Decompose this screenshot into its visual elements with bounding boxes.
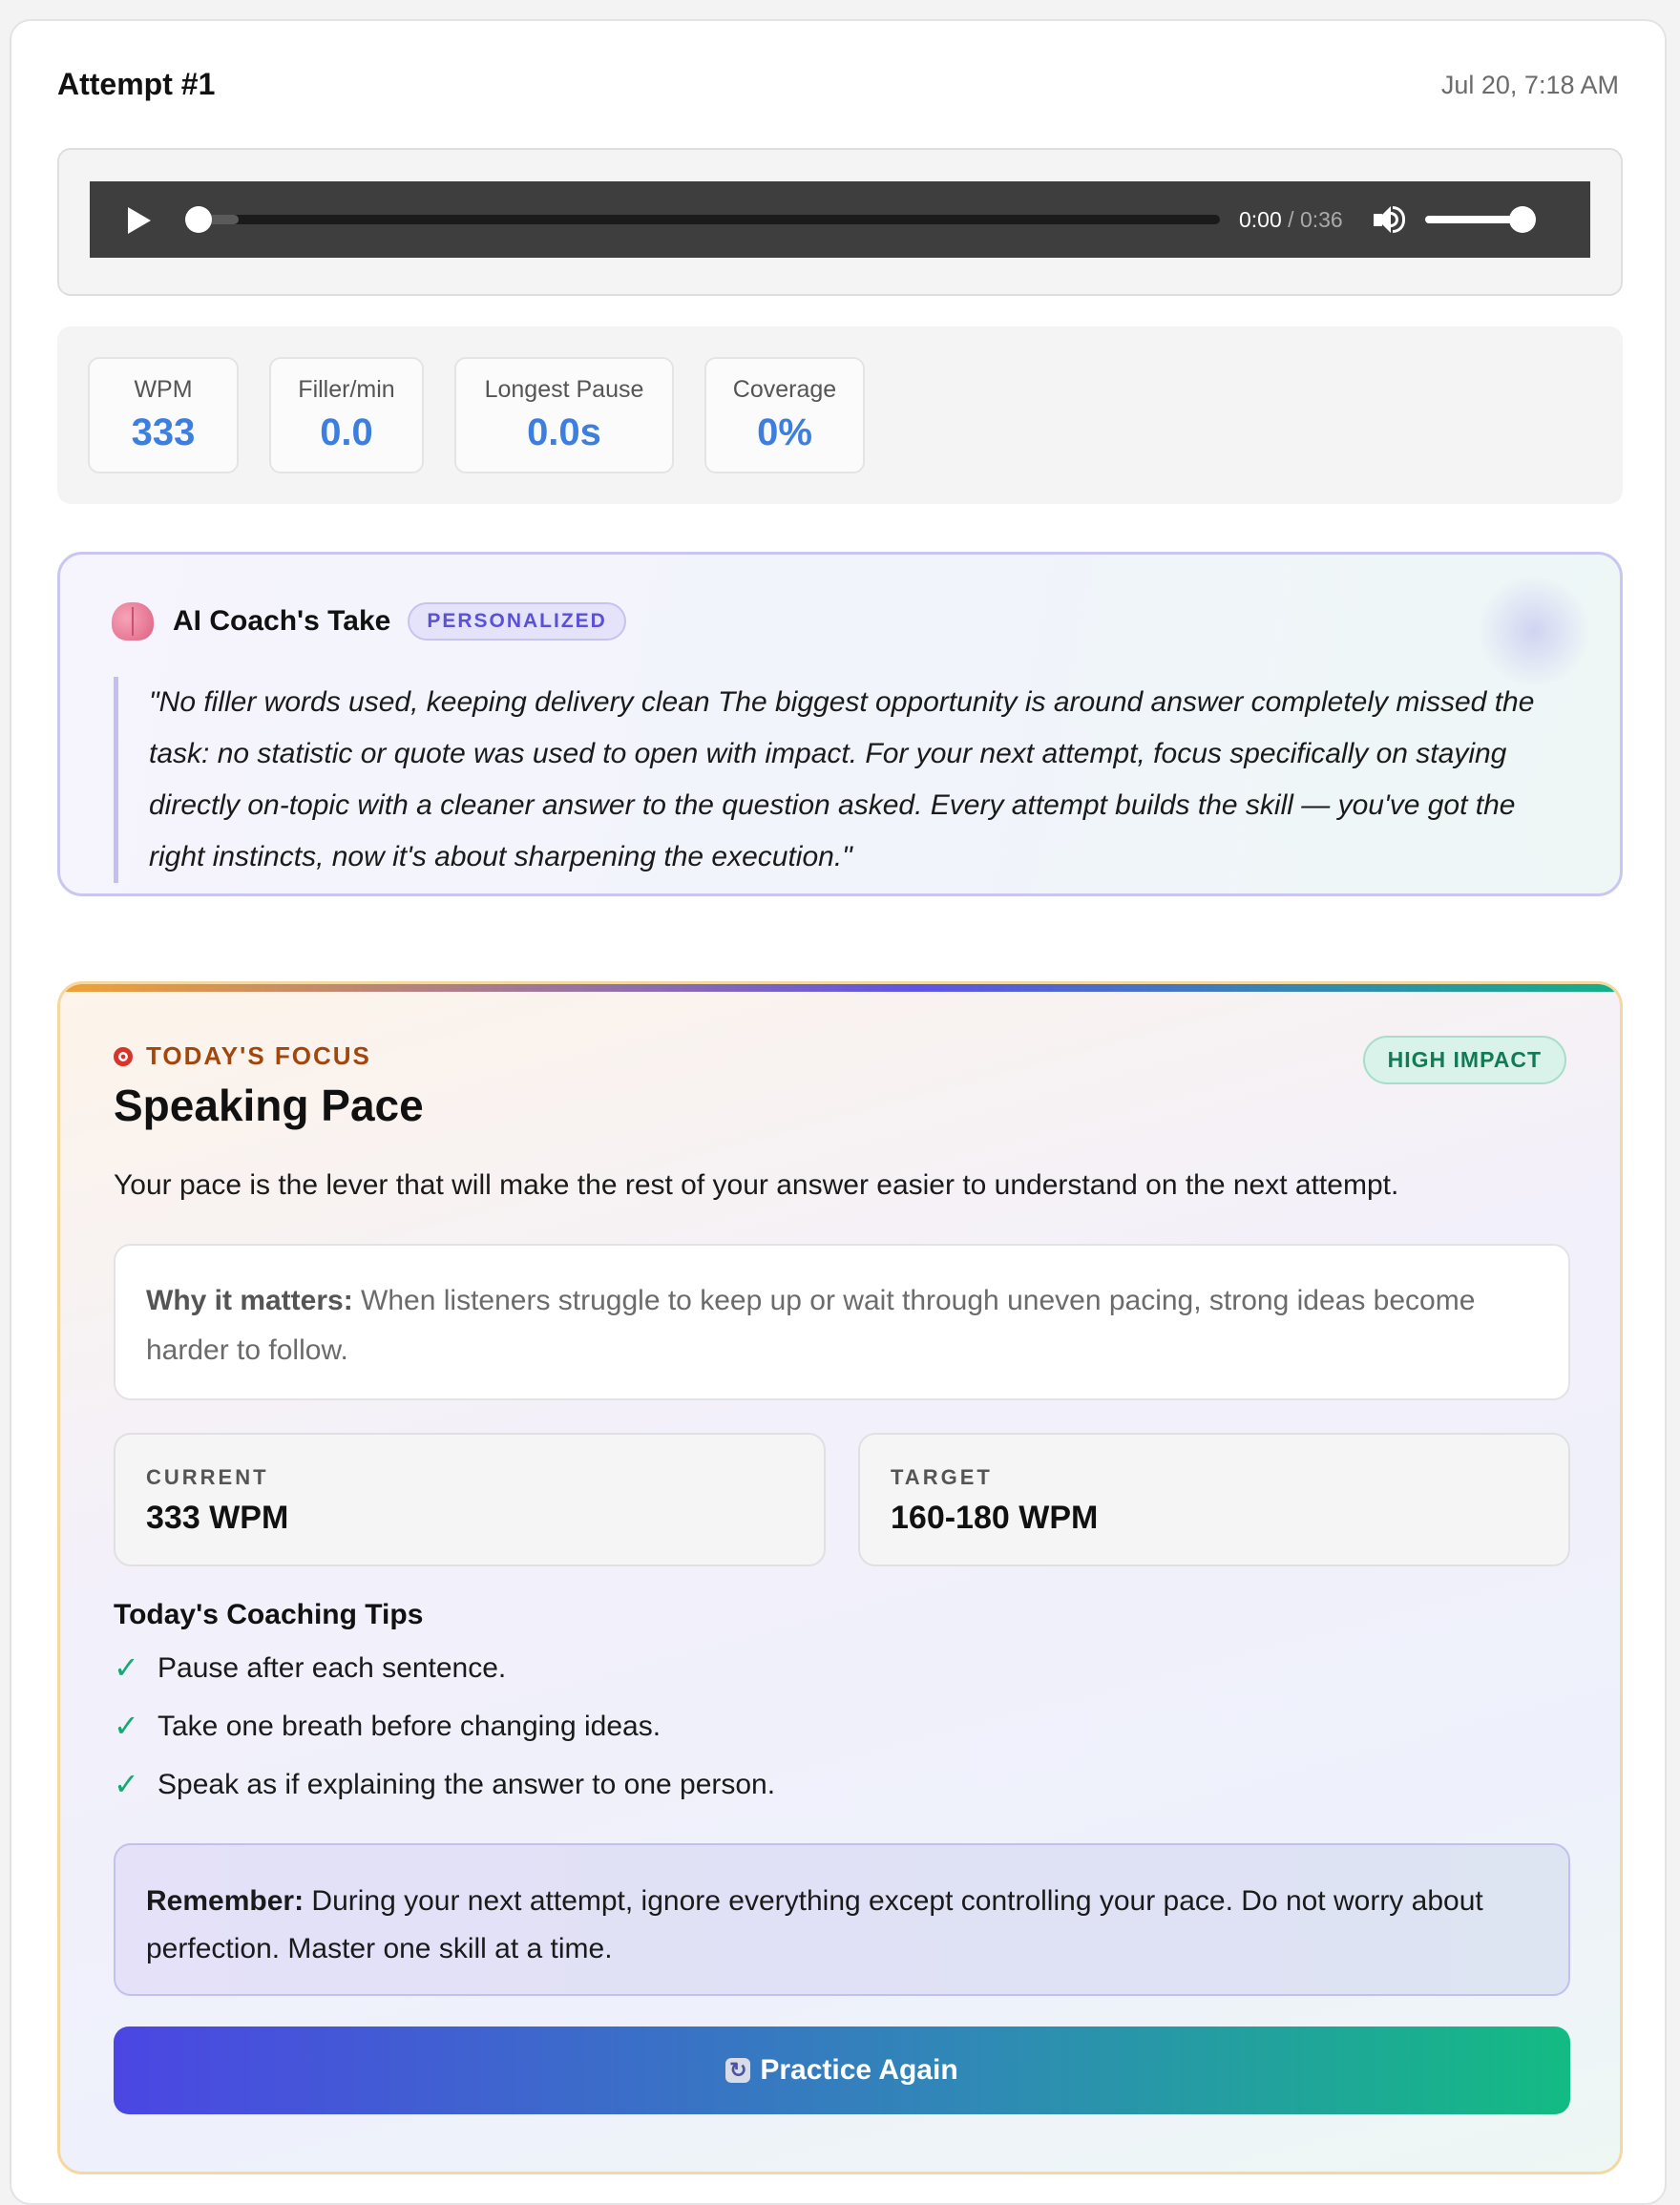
metric-label: Longest Pause (484, 376, 644, 403)
focus-description: Your pace is the lever that will make th… (114, 1169, 1399, 1201)
remember-label: Remember: (146, 1885, 304, 1917)
decorative-glow (1477, 574, 1591, 688)
target-icon (114, 1046, 133, 1066)
audio-player-container: 0:00 / 0:36 (57, 148, 1623, 296)
coach-title: AI Coach's Take (173, 605, 391, 637)
time-separator: / (1281, 206, 1300, 232)
volume-slider[interactable] (1424, 206, 1536, 233)
time-display: 0:00 / 0:36 (1239, 207, 1343, 233)
check-icon: ✓ (114, 1767, 139, 1801)
volume-icon[interactable] (1372, 204, 1406, 235)
check-icon: ✓ (114, 1650, 139, 1685)
tips-list: ✓ Pause after each sentence. ✓ Take one br… (114, 1652, 775, 1827)
attempt-card: Attempt #1 Jul 20, 7:18 AM 0:00 / 0:36 W… (10, 19, 1667, 2205)
focus-title: Speaking Pace (114, 1081, 424, 1130)
tip-text: Take one breath before changing ideas. (158, 1711, 662, 1742)
attempt-title: Attempt #1 (57, 67, 216, 101)
ai-coach-card: AI Coach's Take PERSONALIZED "No filler … (57, 552, 1623, 896)
metric-value: 0% (757, 411, 812, 453)
brain-icon (112, 602, 154, 640)
metric-value: 0.0s (527, 411, 601, 453)
coach-header: AI Coach's Take PERSONALIZED (112, 602, 626, 640)
audio-player: 0:00 / 0:36 (90, 181, 1590, 258)
metric-label: Coverage (732, 376, 837, 403)
current-stat: CURRENT 333 WPM (114, 1433, 826, 1566)
practice-again-label: Practice Again (760, 2054, 958, 2086)
seek-handle[interactable] (185, 206, 212, 233)
practice-again-button[interactable]: ↻ Practice Again (114, 2026, 1570, 2114)
focus-kicker-text: TODAY'S FOCUS (146, 1041, 371, 1070)
metric-value: 333 (131, 411, 196, 453)
focus-kicker: TODAY'S FOCUS (114, 1041, 371, 1071)
remember-text: During your next attempt, ignore everyth… (146, 1885, 1483, 1964)
target-value: 160-180 WPM (891, 1500, 1099, 1536)
todays-focus-card: TODAY'S FOCUS HIGH IMPACT Speaking Pace … (57, 981, 1623, 2174)
target-label: TARGET (891, 1465, 993, 1489)
metric-filler: Filler/min 0.0 (269, 357, 424, 473)
refresh-icon: ↻ (725, 2058, 751, 2083)
remember-box: Remember: During your next attempt, igno… (114, 1843, 1570, 1996)
current-label: CURRENT (146, 1465, 269, 1489)
metrics-panel: WPM 333 Filler/min 0.0 Longest Pause 0.0… (57, 326, 1623, 504)
list-item: ✓ Speak as if explaining the answer to on… (114, 1769, 775, 1827)
play-icon[interactable] (124, 205, 153, 234)
duration: 0:36 (1299, 206, 1343, 232)
list-item: ✓ Pause after each sentence. (114, 1652, 775, 1711)
high-impact-badge: HIGH IMPACT (1362, 1036, 1566, 1084)
list-item: ✓ Take one breath before changing ideas. (114, 1711, 775, 1769)
metric-label: WPM (134, 376, 193, 403)
why-label: Why it matters: (146, 1285, 353, 1316)
tip-text: Speak as if explaining the answer to one… (158, 1769, 776, 1800)
attempt-date: Jul 20, 7:18 AM (1440, 71, 1619, 99)
current-value: 333 WPM (146, 1500, 289, 1536)
metric-value: 0.0 (320, 411, 373, 453)
tip-text: Pause after each sentence. (158, 1652, 507, 1684)
metric-label: Filler/min (298, 376, 395, 403)
volume-handle[interactable] (1508, 206, 1536, 233)
target-stat: TARGET 160-180 WPM (858, 1433, 1570, 1566)
personalized-badge: PERSONALIZED (408, 602, 626, 640)
gradient-top-bar (60, 984, 1620, 992)
seek-bar[interactable] (185, 206, 1220, 233)
why-it-matters-box: Why it matters: When listeners struggle … (114, 1244, 1570, 1400)
metric-coverage: Coverage 0% (704, 357, 865, 473)
current-time: 0:00 (1239, 206, 1282, 232)
tips-title: Today's Coaching Tips (114, 1599, 424, 1630)
metric-longest-pause: Longest Pause 0.0s (454, 357, 674, 473)
coach-quote: "No filler words used, keeping delivery … (114, 677, 1564, 883)
metric-wpm: WPM 333 (88, 357, 239, 473)
check-icon: ✓ (114, 1709, 139, 1743)
